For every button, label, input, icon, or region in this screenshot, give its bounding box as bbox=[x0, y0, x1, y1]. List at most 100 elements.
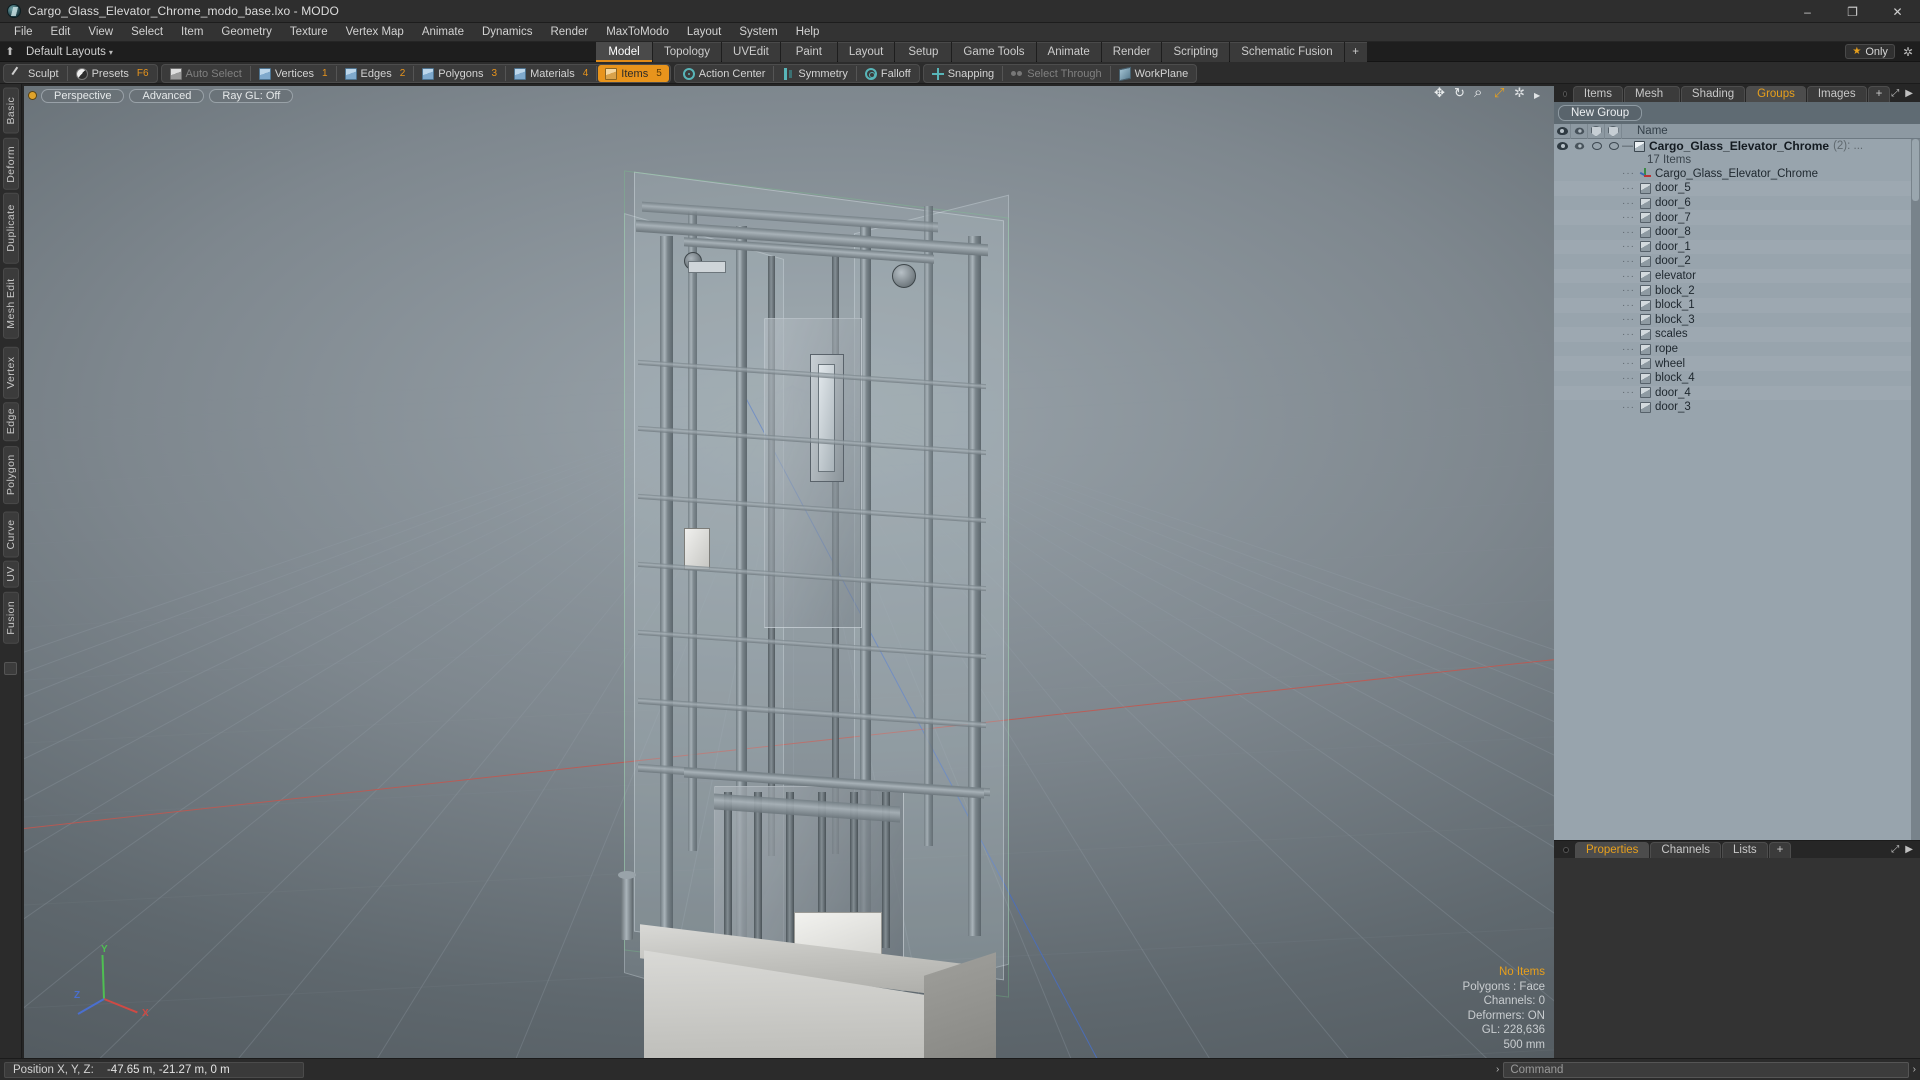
tree-scrollbar[interactable] bbox=[1911, 139, 1920, 840]
layout-tab-model[interactable]: Model bbox=[596, 42, 652, 62]
menu-item-texture[interactable]: Texture bbox=[281, 23, 337, 42]
tree-row-item[interactable]: ··· wheel bbox=[1554, 356, 1920, 371]
layout-tab-layout[interactable]: Layout bbox=[837, 42, 895, 62]
row-visibility-toggle[interactable] bbox=[1554, 139, 1571, 154]
layout-tab-schematic-fusion[interactable]: Schematic Fusion bbox=[1230, 42, 1344, 62]
only-button[interactable]: ★ Only bbox=[1845, 44, 1895, 59]
tool-action-center[interactable]: Action Center bbox=[676, 65, 773, 82]
tool-polygons[interactable]: Polygons 3 bbox=[415, 65, 504, 82]
tree-row-item[interactable]: ··· elevator bbox=[1554, 268, 1920, 284]
tree-row-item[interactable]: ··· door_3 bbox=[1554, 400, 1920, 415]
command-input[interactable]: Command bbox=[1503, 1061, 1909, 1078]
row-render-toggle[interactable] bbox=[1571, 139, 1588, 154]
tree-row-item[interactable]: ··· door_7 bbox=[1554, 210, 1920, 225]
tree-row-item[interactable]: ··· door_5 bbox=[1554, 181, 1920, 196]
new-group-button[interactable]: New Group bbox=[1558, 105, 1643, 121]
axis-gizmo[interactable]: Y X Z bbox=[74, 944, 149, 1019]
tool-materials[interactable]: Materials 4 bbox=[507, 65, 595, 82]
menu-item-select[interactable]: Select bbox=[122, 23, 172, 42]
rail-tab-edge[interactable]: Edge bbox=[2, 402, 19, 442]
tree-row-item[interactable]: ··· block_2 bbox=[1554, 283, 1920, 298]
tool-presets[interactable]: Presets F6 bbox=[69, 65, 156, 82]
tree-row-item[interactable]: ··· door_1 bbox=[1554, 239, 1920, 255]
row-shade-toggle[interactable] bbox=[1588, 139, 1605, 154]
tree-row-item[interactable]: ··· door_6 bbox=[1554, 196, 1920, 211]
viewport-projection-button[interactable]: Perspective bbox=[41, 88, 125, 103]
menu-item-help[interactable]: Help bbox=[787, 23, 829, 42]
tool-auto-select[interactable]: Auto Select bbox=[163, 65, 249, 82]
layout-tab-animate[interactable]: Animate bbox=[1036, 42, 1101, 62]
render-column-header[interactable] bbox=[1571, 123, 1588, 139]
layout-tab-add[interactable]: + bbox=[1344, 42, 1367, 62]
rail-tab-basic[interactable]: Basic bbox=[2, 88, 19, 134]
layout-tab-topology[interactable]: Topology bbox=[653, 42, 722, 62]
menu-item-geometry[interactable]: Geometry bbox=[212, 23, 281, 42]
menu-item-item[interactable]: Item bbox=[172, 23, 212, 42]
menu-item-system[interactable]: System bbox=[730, 23, 786, 42]
group-expander-icon[interactable]: — bbox=[1622, 140, 1633, 152]
tool-workplane[interactable]: WorkPlane bbox=[1112, 65, 1196, 82]
row-shade2-toggle[interactable] bbox=[1605, 139, 1622, 154]
layout-tab-render[interactable]: Render bbox=[1101, 42, 1162, 62]
elevator-3d-model[interactable] bbox=[24, 86, 1554, 1058]
tree-row-item[interactable]: ··· door_8 bbox=[1554, 225, 1920, 240]
menu-item-view[interactable]: View bbox=[79, 23, 122, 42]
tree-scrollbar-thumb[interactable] bbox=[1912, 139, 1919, 201]
tree-row-item[interactable]: ··· block_1 bbox=[1554, 297, 1920, 313]
layout-tab-setup[interactable]: Setup bbox=[895, 42, 952, 62]
viewport-indicator-dot[interactable] bbox=[29, 92, 36, 99]
layout-tab-uvedit[interactable]: UVEdit bbox=[722, 42, 780, 62]
gear-icon[interactable] bbox=[1514, 86, 1527, 102]
rail-tab-uv[interactable]: UV bbox=[2, 561, 19, 588]
tree-row-item[interactable]: ··· door_4 bbox=[1554, 385, 1920, 401]
shade2-column-header[interactable] bbox=[1605, 123, 1622, 139]
chevron-right-icon[interactable] bbox=[1534, 89, 1547, 102]
rail-tab-fusion[interactable]: Fusion bbox=[2, 591, 19, 644]
menu-item-dynamics[interactable]: Dynamics bbox=[473, 23, 541, 42]
default-layouts-menu[interactable]: Default Layouts ▾ bbox=[20, 46, 119, 58]
tool-vertices[interactable]: Vertices 1 bbox=[252, 65, 335, 82]
menu-item-file[interactable]: File bbox=[5, 23, 42, 42]
chevron-right-icon[interactable]: ▶ bbox=[1905, 844, 1913, 855]
move-icon[interactable] bbox=[1434, 86, 1447, 102]
tree-row-item[interactable]: ··· block_3 bbox=[1554, 313, 1920, 328]
tree-row-item[interactable]: ··· door_2 bbox=[1554, 254, 1920, 269]
layout-tab-game-tools[interactable]: Game Tools bbox=[952, 42, 1036, 62]
menu-item-maxtomodo[interactable]: MaxToModo bbox=[597, 23, 678, 42]
menu-item-render[interactable]: Render bbox=[541, 23, 597, 42]
properties-tab-properties[interactable]: Properties bbox=[1575, 842, 1650, 858]
panel-tab-groups[interactable]: Groups bbox=[1746, 86, 1806, 102]
zoom-icon[interactable] bbox=[1474, 86, 1487, 102]
panel-tab-add[interactable]: + bbox=[1867, 86, 1891, 102]
close-button[interactable]: ✕ bbox=[1875, 0, 1920, 23]
properties-tab-add[interactable]: + bbox=[1768, 842, 1792, 858]
home-icon[interactable]: ⬆ bbox=[0, 42, 20, 62]
rail-tab-vertex[interactable]: Vertex bbox=[2, 346, 19, 399]
tool-select-through[interactable]: Select Through bbox=[1004, 65, 1108, 82]
rail-tab-mesh-edit[interactable]: Mesh Edit bbox=[2, 267, 19, 339]
tool-symmetry[interactable]: Symmetry bbox=[775, 65, 855, 82]
viewport-shading-button[interactable]: Advanced bbox=[129, 88, 205, 103]
tree-row-group[interactable]: — Cargo_Glass_Elevator_Chrome (2): ... bbox=[1554, 139, 1920, 154]
properties-tab-lists[interactable]: Lists bbox=[1722, 842, 1768, 858]
visibility-column-header[interactable] bbox=[1554, 123, 1571, 139]
layout-tab-paint[interactable]: Paint bbox=[780, 42, 837, 62]
rail-tab-deform[interactable]: Deform bbox=[2, 137, 19, 190]
expand-icon[interactable]: ⤢ bbox=[1891, 844, 1899, 855]
panel-tab-items[interactable]: Items bbox=[1572, 86, 1623, 102]
minimize-button[interactable]: – bbox=[1785, 0, 1830, 23]
viewport-raygl-button[interactable]: Ray GL: Off bbox=[209, 88, 294, 103]
tool-edges[interactable]: Edges 2 bbox=[338, 65, 413, 82]
panel-tab-mesh-ops[interactable]: Mesh Ops bbox=[1624, 86, 1680, 115]
menu-item-vertex-map[interactable]: Vertex Map bbox=[337, 23, 413, 42]
panel-indicator-dot[interactable] bbox=[1563, 91, 1567, 97]
panel-tab-images[interactable]: Images bbox=[1806, 86, 1867, 102]
shade-column-header[interactable] bbox=[1588, 123, 1605, 139]
properties-indicator-dot[interactable] bbox=[1563, 847, 1569, 853]
tree-row-item[interactable]: ··· Cargo_Glass_Elevator_Chrome bbox=[1554, 167, 1920, 182]
gear-icon[interactable]: ✲ bbox=[1903, 45, 1913, 59]
tree-row-item[interactable]: ··· rope bbox=[1554, 342, 1920, 357]
menu-item-layout[interactable]: Layout bbox=[678, 23, 731, 42]
layout-tab-scripting[interactable]: Scripting bbox=[1162, 42, 1230, 62]
menu-item-edit[interactable]: Edit bbox=[42, 23, 80, 42]
